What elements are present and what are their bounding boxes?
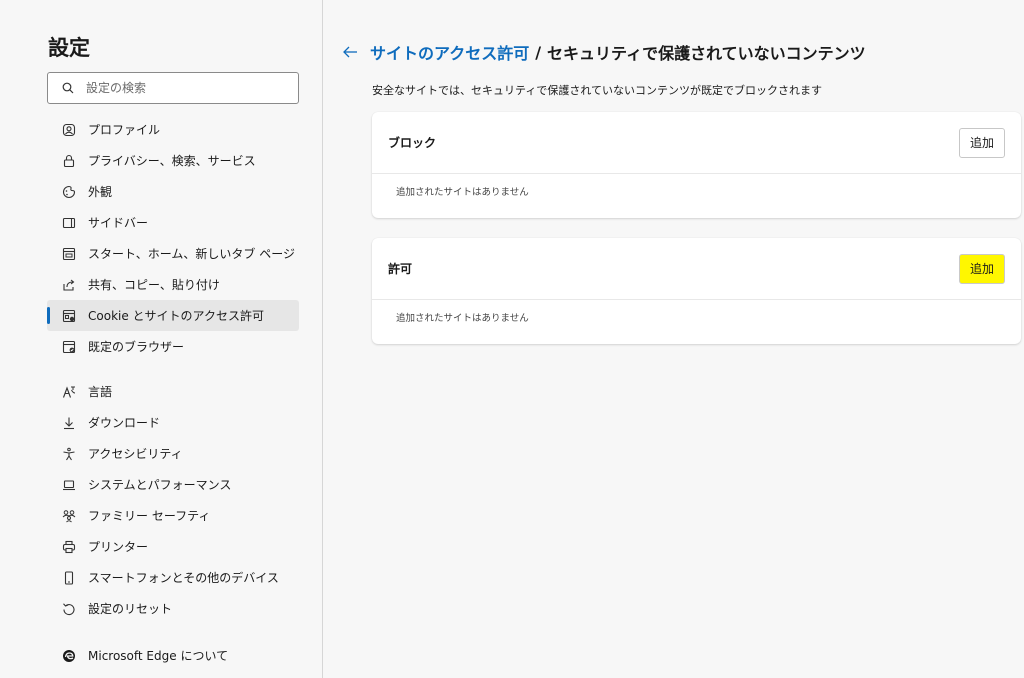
sidebar-title: 設定 bbox=[48, 36, 90, 60]
sidebar-item-label: 外観 bbox=[88, 185, 113, 199]
breadcrumb-parent-link[interactable]: サイトのアクセス許可 bbox=[370, 40, 529, 64]
sidebar-item-profile[interactable]: プロファイル bbox=[47, 114, 299, 145]
sidebar-item-label: Microsoft Edge について bbox=[88, 649, 229, 663]
sidebar-item-appearance[interactable]: 外観 bbox=[47, 176, 299, 207]
page-heading: サイトのアクセス許可 / セキュリティで保護されていないコンテンツ bbox=[342, 40, 866, 64]
breadcrumb-separator: / bbox=[535, 42, 542, 62]
home-page-icon bbox=[61, 246, 77, 262]
sidebar-item-label: アクセシビリティ bbox=[88, 447, 183, 461]
sidebar-item-sidebar[interactable]: サイドバー bbox=[47, 207, 299, 238]
sidebar-item-phone[interactable]: スマートフォンとその他のデバイス bbox=[47, 562, 299, 593]
allow-add-button[interactable]: 追加 bbox=[958, 253, 1005, 284]
sidebar-item-label: プライバシー、検索、サービス bbox=[88, 154, 256, 168]
edge-logo-icon bbox=[61, 648, 77, 664]
sidebar-item-downloads[interactable]: ダウンロード bbox=[47, 407, 299, 438]
sidebar-item-system[interactable]: システムとパフォーマンス bbox=[47, 469, 299, 500]
cookie-icon bbox=[61, 308, 77, 324]
default-browser-icon bbox=[61, 339, 77, 355]
sidebar-item-reset[interactable]: 設定のリセット bbox=[47, 593, 299, 624]
sidebar-item-label: 既定のブラウザー bbox=[88, 340, 185, 354]
block-empty-message: 追加されたサイトはありません bbox=[396, 187, 529, 198]
sidebar-item-label: ファミリー セーフティ bbox=[88, 509, 211, 523]
sidebar-item-label: 共有、コピー、貼り付け bbox=[88, 278, 220, 292]
sidebar-item-label: システムとパフォーマンス bbox=[88, 478, 232, 492]
language-icon bbox=[61, 384, 77, 400]
page-title: セキュリティで保護されていないコンテンツ bbox=[547, 44, 866, 63]
sidebar-item-accessibility[interactable]: アクセシビリティ bbox=[47, 438, 299, 469]
page-description: 安全なサイトでは、セキュリティで保護されていないコンテンツが既定でブロックされま… bbox=[372, 84, 823, 97]
back-arrow-icon[interactable] bbox=[342, 45, 358, 59]
sidebar-item-about[interactable]: Microsoft Edge について bbox=[47, 640, 299, 671]
sidebar-item-start-home[interactable]: スタート、ホーム、新しいタブ ページ bbox=[47, 238, 299, 269]
printer-icon bbox=[61, 539, 77, 555]
sidebar-item-label: スマートフォンとその他のデバイス bbox=[88, 571, 279, 585]
settings-search-box[interactable] bbox=[47, 72, 299, 104]
profile-icon bbox=[61, 122, 77, 138]
sidebar-item-cookies[interactable]: Cookie とサイトのアクセス許可 bbox=[47, 300, 299, 331]
settings-search-input[interactable] bbox=[86, 81, 286, 95]
reset-icon bbox=[61, 601, 77, 617]
allow-section-header: 許可 追加 bbox=[372, 238, 1021, 300]
main-content: サイトのアクセス許可 / セキュリティで保護されていないコンテンツ 安全なサイト… bbox=[324, 0, 1024, 678]
phone-icon bbox=[61, 570, 77, 586]
sidebar-item-label: 設定のリセット bbox=[88, 602, 173, 616]
block-section-header: ブロック 追加 bbox=[372, 112, 1021, 174]
allow-section-title: 許可 bbox=[388, 262, 413, 276]
sidebar-item-label: プロファイル bbox=[88, 123, 161, 137]
sidebar-item-label: Cookie とサイトのアクセス許可 bbox=[88, 309, 264, 323]
sidebar-item-label: サイドバー bbox=[88, 216, 149, 230]
block-section-card: ブロック 追加 追加されたサイトはありません bbox=[372, 112, 1021, 218]
sidebar-item-label: ダウンロード bbox=[88, 416, 161, 430]
sidebar-item-default-browser[interactable]: 既定のブラウザー bbox=[47, 331, 299, 362]
block-add-button[interactable]: 追加 bbox=[958, 127, 1005, 158]
lock-icon bbox=[61, 153, 77, 169]
sidebar-item-printers[interactable]: プリンター bbox=[47, 531, 299, 562]
appearance-icon bbox=[61, 184, 77, 200]
sidebar-item-label: 言語 bbox=[88, 385, 113, 399]
settings-sidebar: 設定 プロファイル プライバシー、検索、サービス 外観 サイドバー スタート、ホ… bbox=[0, 0, 323, 678]
system-icon bbox=[61, 477, 77, 493]
sidebar-item-share[interactable]: 共有、コピー、貼り付け bbox=[47, 269, 299, 300]
sidebar-item-privacy[interactable]: プライバシー、検索、サービス bbox=[47, 145, 299, 176]
settings-nav: プロファイル プライバシー、検索、サービス 外観 サイドバー スタート、ホーム、… bbox=[47, 114, 299, 671]
sidebar-item-label: プリンター bbox=[88, 540, 149, 554]
sidebar-item-family[interactable]: ファミリー セーフティ bbox=[47, 500, 299, 531]
share-icon bbox=[61, 277, 77, 293]
download-icon bbox=[61, 415, 77, 431]
sidebar-icon bbox=[61, 215, 77, 231]
block-section-title: ブロック bbox=[388, 136, 437, 150]
sidebar-item-languages[interactable]: 言語 bbox=[47, 376, 299, 407]
family-icon bbox=[61, 508, 77, 524]
search-icon bbox=[48, 82, 74, 94]
accessibility-icon bbox=[61, 446, 77, 462]
sidebar-item-label: スタート、ホーム、新しいタブ ページ bbox=[88, 247, 295, 261]
allow-empty-message: 追加されたサイトはありません bbox=[396, 313, 529, 324]
allow-section-card: 許可 追加 追加されたサイトはありません bbox=[372, 238, 1021, 344]
